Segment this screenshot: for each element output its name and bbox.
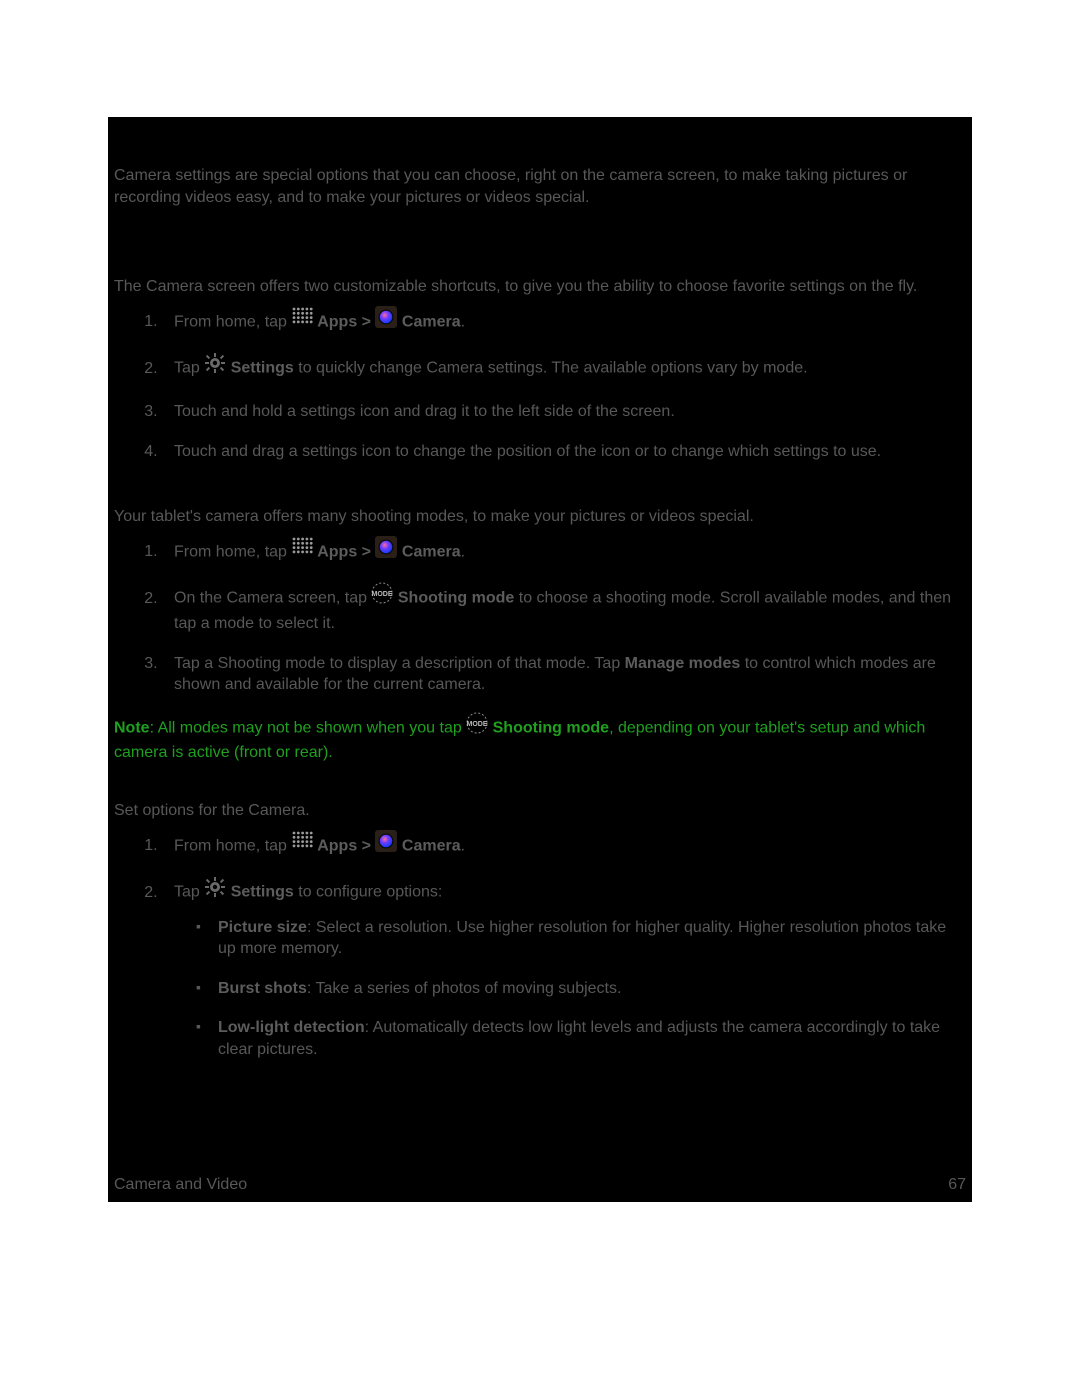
- text: .: [461, 543, 465, 560]
- gear-icon: [204, 876, 226, 905]
- list-item: From home, tap Apps > Camera.: [162, 308, 966, 337]
- heading-shooting-mode: Shooting Mode: [114, 480, 966, 500]
- heading-camera-settings: Camera Settings: [114, 774, 966, 794]
- apps-label: Apps >: [313, 837, 375, 854]
- text: : Select a resolution. Use higher resolu…: [218, 919, 946, 958]
- heading-shortcuts: Customizable Shortcuts: [114, 250, 966, 270]
- camera-icon: [375, 830, 397, 859]
- mode-icon: [371, 582, 393, 611]
- list-item: Tap a Shooting mode to display a descrip…: [162, 653, 966, 696]
- apps-label: Apps >: [313, 543, 375, 560]
- settings-label: Settings: [226, 360, 294, 377]
- mode-icon: [466, 712, 488, 741]
- gear-icon: [204, 352, 226, 381]
- list-item: From home, tap Apps > Camera.: [162, 538, 966, 567]
- apps-icon: [291, 306, 313, 335]
- note-paragraph: Note: All modes may not be shown when yo…: [114, 714, 966, 764]
- text: .: [461, 837, 465, 854]
- shooting-mode-label: Shooting mode: [393, 590, 514, 607]
- list-item: Picture size: Select a resolution. Use h…: [196, 917, 966, 960]
- option-label: Picture size: [218, 919, 307, 936]
- apps-label: Apps >: [313, 313, 375, 330]
- note-label: Note: [114, 719, 150, 736]
- document-page: Camera Options Camera settings are speci…: [108, 117, 972, 1202]
- shortcuts-steps: From home, tap Apps > Camera. Tap Settin…: [114, 308, 966, 462]
- apps-icon: [291, 536, 313, 565]
- text: From home, tap: [174, 543, 291, 560]
- text: On the Camera screen, tap: [174, 590, 371, 607]
- camera-icon: [375, 536, 397, 565]
- settings-options-list: Picture size: Select a resolution. Use h…: [174, 917, 966, 1061]
- text: Tap a Shooting mode to display a descrip…: [174, 655, 625, 672]
- list-item: Low-light detection: Automatically detec…: [196, 1017, 966, 1060]
- text: : Take a series of photos of moving subj…: [307, 980, 622, 997]
- list-item: Tap Settings to quickly change Camera se…: [162, 354, 966, 383]
- text: : All modes may not be shown when you ta…: [150, 719, 467, 736]
- camera-label: Camera: [397, 837, 460, 854]
- settings-label: Settings: [226, 884, 294, 901]
- shooting-steps: From home, tap Apps > Camera. On the Cam…: [114, 538, 966, 696]
- text: From home, tap: [174, 837, 291, 854]
- page-footer: Camera and Video 67: [114, 1174, 966, 1196]
- shooting-mode-label: Shooting mode: [488, 719, 609, 736]
- camera-label: Camera: [397, 313, 460, 330]
- list-item: Touch and drag a settings icon to change…: [162, 441, 966, 463]
- text: Tap: [174, 360, 204, 377]
- text: to configure options:: [294, 884, 443, 901]
- list-item: Burst shots: Take a series of photos of …: [196, 978, 966, 1000]
- shooting-lead: Your tablet's camera offers many shootin…: [114, 506, 966, 528]
- option-label: Burst shots: [218, 980, 307, 997]
- apps-icon: [291, 830, 313, 859]
- option-label: Low-light detection: [218, 1019, 365, 1036]
- manage-modes-label: Manage modes: [625, 655, 741, 672]
- list-item: On the Camera screen, tap Shooting mode …: [162, 584, 966, 634]
- text: Tap: [174, 884, 204, 901]
- text: to quickly change Camera settings. The a…: [294, 360, 808, 377]
- settings-steps: From home, tap Apps > Camera. Tap Settin…: [114, 832, 966, 1061]
- heading-camera-options: Camera Options: [114, 137, 966, 159]
- intro-paragraph: Camera settings are special options that…: [114, 165, 966, 208]
- text: From home, tap: [174, 313, 291, 330]
- list-item: From home, tap Apps > Camera.: [162, 832, 966, 861]
- shortcuts-lead: The Camera screen offers two customizabl…: [114, 276, 966, 298]
- camera-icon: [375, 306, 397, 335]
- text: .: [461, 313, 465, 330]
- settings-lead: Set options for the Camera.: [114, 800, 966, 822]
- list-item: Touch and hold a settings icon and drag …: [162, 401, 966, 423]
- footer-page-number: 67: [948, 1174, 966, 1196]
- camera-label: Camera: [397, 543, 460, 560]
- list-item: Tap Settings to configure options: Pictu…: [162, 878, 966, 1061]
- footer-section-title: Camera and Video: [114, 1174, 247, 1196]
